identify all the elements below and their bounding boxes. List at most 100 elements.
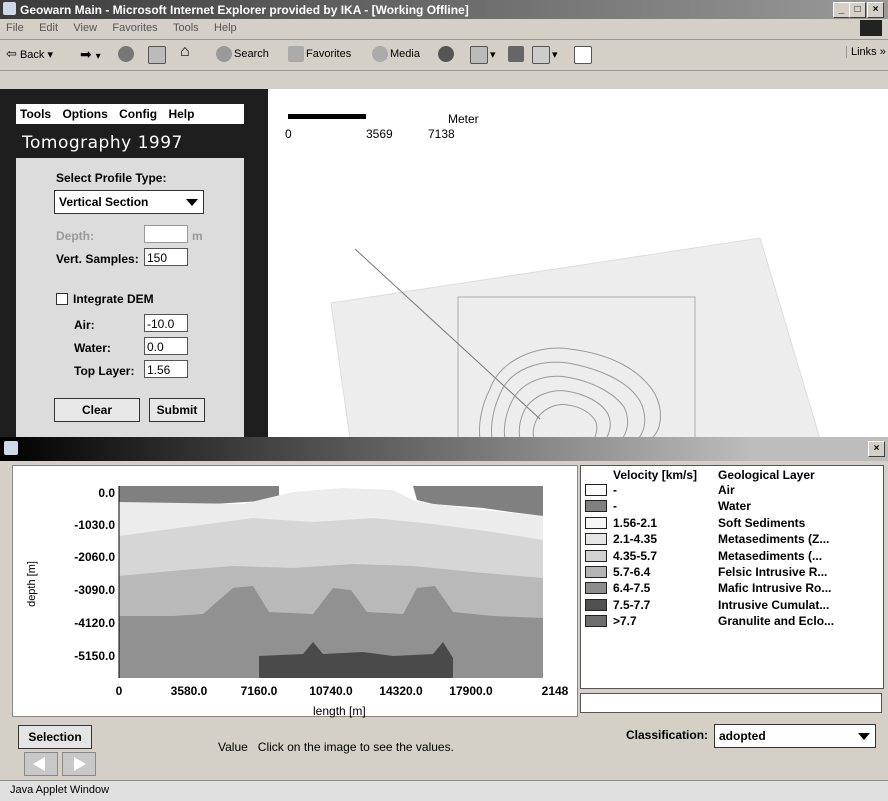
discuss-icon[interactable] — [574, 46, 594, 64]
classification-value: adopted — [719, 729, 766, 743]
legend-swatch — [585, 549, 607, 562]
window-titlebar: Geowarn Main - Microsoft Internet Explor… — [0, 0, 888, 19]
legend-velocity: 5.7-6.4 — [613, 565, 651, 579]
legend-layer: Felsic Intrusive R... — [718, 565, 828, 579]
left-arrow-icon — [33, 757, 45, 771]
legend-swatch — [585, 582, 607, 595]
app-menu-options[interactable]: Options — [62, 107, 107, 121]
scale-bar — [288, 114, 366, 119]
y-tick-2: -2060.0 — [74, 550, 115, 564]
maximize-button[interactable]: □ — [849, 2, 866, 18]
favorites-icon — [288, 46, 304, 62]
favorites-button[interactable]: Favorites — [288, 46, 351, 62]
print-icon[interactable] — [508, 46, 526, 62]
legend-swatch — [585, 533, 607, 546]
status-bar: Java Applet Window — [0, 780, 888, 801]
legend-velocity: - — [613, 499, 617, 514]
scale-tick-2: 7138 — [428, 127, 455, 141]
home-icon[interactable]: ⌂ — [180, 43, 190, 61]
menu-edit[interactable]: Edit — [39, 22, 58, 34]
legend-velocity: >7.7 — [613, 614, 637, 629]
dropdown-arrow-icon — [186, 199, 198, 206]
section-plot[interactable]: depth [m] 0.0 -1030.0 -2060.0 -3090.0 -4… — [12, 465, 578, 718]
applet-titlebar: × — [0, 437, 888, 461]
legend-panel: Velocity [km/s] Geological Layer - Air - Wa… — [580, 465, 884, 689]
survey-area-polygon — [330, 237, 821, 439]
y-tick-1: -1030.0 — [74, 518, 115, 532]
applet-close-button[interactable]: × — [868, 441, 885, 457]
profile-type-select[interactable]: Vertical Section — [54, 190, 204, 214]
legend-layer: Metasediments (... — [718, 548, 823, 563]
legend-swatch — [585, 484, 607, 496]
submit-button[interactable]: Submit — [149, 398, 205, 422]
close-button[interactable]: × — [867, 2, 884, 18]
legend-velocity: 2.1-4.35 — [613, 532, 658, 547]
minimize-button[interactable]: _ — [833, 2, 850, 18]
search-icon — [216, 46, 232, 62]
air-input[interactable]: -10.0 — [144, 314, 188, 332]
x-tick-3: 10740.0 — [309, 684, 353, 698]
menu-help[interactable]: Help — [214, 22, 237, 34]
browser-toolbar: ⇦ Back ▾ ➡ ▾ ⌂ Search Favorites Media ▾ … — [0, 40, 888, 71]
vert-samples-input[interactable]: 150 — [144, 248, 188, 266]
legend-swatch — [585, 615, 607, 628]
vert-samples-label: Vert. Samples: — [56, 252, 139, 266]
menu-view[interactable]: View — [73, 22, 97, 34]
profile-type-value: Vertical Section — [59, 195, 149, 209]
legend-velocity: 6.4-7.5 — [613, 581, 651, 596]
classification-label: Classification: — [626, 728, 709, 742]
prev-button[interactable] — [24, 752, 58, 776]
app-menu-config[interactable]: Config — [119, 107, 157, 121]
links-button[interactable]: Links » — [846, 46, 886, 58]
legend-velocity: 4.35-5.7 — [613, 548, 658, 563]
menu-tools[interactable]: Tools — [173, 22, 199, 34]
app-title: Tomography 1997 — [22, 133, 183, 153]
back-arrow-icon: ⇦ — [6, 46, 17, 61]
legend-layer: Intrusive Cumulat... — [718, 597, 830, 612]
water-label: Water: — [74, 341, 111, 355]
selection-button[interactable]: Selection — [18, 725, 92, 749]
refresh-icon[interactable] — [148, 46, 168, 64]
mail-icon[interactable]: ▾ — [470, 46, 496, 64]
air-label: Air: — [74, 318, 95, 332]
profile-form: Select Profile Type: Vertical Section De… — [16, 158, 244, 439]
media-icon — [372, 46, 388, 62]
legend-layer: Air — [718, 483, 735, 497]
y-tick-3: -3090.0 — [74, 583, 115, 597]
app-menu-bar: Tools Options Config Help — [16, 104, 244, 124]
next-button[interactable] — [62, 752, 96, 776]
stop-icon[interactable] — [118, 46, 136, 62]
classification-select[interactable]: adopted — [714, 724, 876, 748]
x-tick-6: 2148 — [541, 684, 569, 698]
media-button[interactable]: Media — [372, 46, 420, 62]
menu-favorites[interactable]: Favorites — [112, 22, 157, 34]
depth-input[interactable] — [144, 225, 188, 243]
links-label: Links — [851, 46, 877, 58]
y-tick-0: 0.0 — [98, 486, 115, 500]
address-area — [0, 71, 888, 90]
app-menu-help[interactable]: Help — [168, 107, 194, 121]
water-input[interactable]: 0.0 — [144, 337, 188, 355]
legend-swatch — [585, 598, 607, 611]
menu-file[interactable]: File — [6, 22, 24, 34]
top-layer-input[interactable]: 1.56 — [144, 360, 188, 378]
integrate-dem-checkbox[interactable] — [56, 293, 68, 305]
legend-layer: Mafic Intrusive Ro... — [718, 581, 832, 596]
app-menu-tools[interactable]: Tools — [20, 107, 51, 121]
history-icon[interactable] — [438, 46, 456, 62]
legend-col-velocity: Velocity [km/s] — [613, 468, 698, 482]
x-axis-label: length [m] — [313, 704, 366, 718]
value-output-field[interactable] — [580, 693, 882, 713]
x-tick-5: 17900.0 — [449, 684, 493, 698]
back-button[interactable]: ⇦ Back ▾ — [6, 46, 53, 62]
search-button[interactable]: Search — [216, 46, 269, 62]
applet-window-icon — [4, 441, 18, 455]
clear-button[interactable]: Clear — [54, 398, 140, 422]
x-tick-1: 3580.0 — [170, 684, 208, 698]
classification-dropdown-icon — [858, 733, 870, 740]
edit-icon[interactable]: ▾ — [532, 46, 558, 64]
forward-button[interactable]: ➡ ▾ — [80, 46, 101, 63]
search-label: Search — [234, 47, 269, 60]
x-tick-0: 0 — [115, 684, 123, 698]
x-tick-2: 7160.0 — [240, 684, 278, 698]
